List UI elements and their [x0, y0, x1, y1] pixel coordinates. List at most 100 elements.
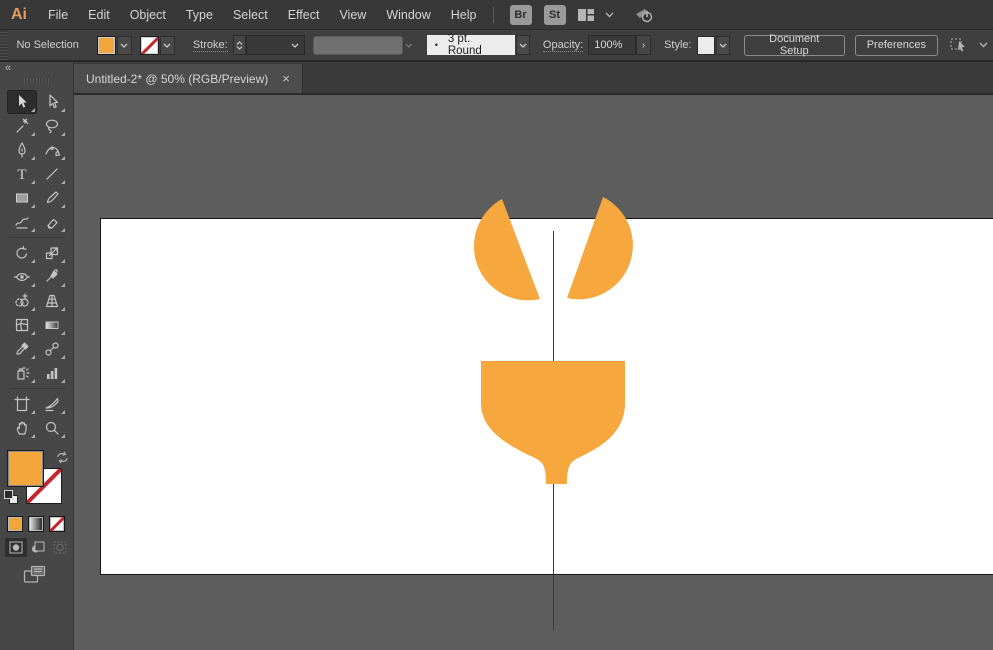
brush-chevron-icon[interactable] [515, 35, 530, 55]
app-logo: Ai [11, 5, 27, 23]
stock-button[interactable]: St [543, 4, 566, 25]
document-tab[interactable]: Untitled-2* @ 50% (RGB/Preview) × [74, 64, 303, 93]
right-petal-shape[interactable] [567, 197, 633, 300]
mesh-tool[interactable] [7, 313, 37, 337]
shape-builder-tool[interactable] [7, 289, 37, 313]
selection-tool[interactable] [6, 90, 37, 114]
draw-inside-button [49, 538, 71, 557]
menu-type[interactable]: Type [176, 8, 223, 22]
document-tab-bar: Untitled-2* @ 50% (RGB/Preview) × [74, 62, 993, 95]
document-setup-button[interactable]: Document Setup [743, 33, 845, 57]
fill-color-combo[interactable] [96, 35, 132, 55]
tab-close-icon[interactable]: × [282, 72, 290, 85]
menu-window[interactable]: Window [376, 8, 440, 22]
preferences-button[interactable]: Preferences [854, 34, 939, 56]
menu-object[interactable]: Object [120, 8, 176, 22]
drawing-mode-buttons [0, 538, 73, 557]
default-fill-stroke-icon[interactable] [4, 490, 18, 504]
draw-behind-button[interactable] [27, 538, 49, 557]
select-similar-icon[interactable] [949, 36, 969, 54]
bridge-button[interactable]: Br [509, 4, 532, 25]
slice-tool[interactable] [37, 392, 67, 416]
brush-preview-dot: • [434, 40, 438, 50]
direct-selection-tool[interactable] [37, 90, 67, 114]
opacity-popup-arrow-icon[interactable]: › [635, 35, 652, 55]
collapse-panel-icon[interactable]: « [0, 62, 73, 76]
column-graph-tool[interactable] [37, 361, 67, 385]
canvas-column: Untitled-2* @ 50% (RGB/Preview) × [74, 62, 993, 650]
brush-definition-combo[interactable]: • 3 pt. Round [426, 33, 515, 57]
width-profile-chevron-icon[interactable] [405, 43, 413, 48]
color-button[interactable] [7, 516, 23, 532]
magic-wand-tool[interactable] [7, 114, 37, 138]
puppet-warp-tool[interactable] [37, 265, 67, 289]
curvature-tool[interactable] [37, 138, 67, 162]
type-tool[interactable]: T [7, 162, 37, 186]
svg-text:T: T [17, 167, 26, 183]
width-tool[interactable] [7, 265, 37, 289]
eraser-tool[interactable] [37, 210, 67, 234]
rectangle-tool[interactable] [7, 186, 37, 210]
eyedropper-tool[interactable] [7, 337, 37, 361]
fill-chevron-icon[interactable] [116, 35, 132, 55]
artboard-tool[interactable] [7, 392, 37, 416]
brush-definition-value: 3 pt. Round [447, 33, 482, 57]
workspace-chevron-icon[interactable] [605, 12, 614, 18]
paintbrush-tool[interactable] [37, 186, 67, 210]
stroke-chevron-icon[interactable] [159, 35, 175, 55]
menubar-divider [492, 6, 494, 23]
opacity-label[interactable]: Opacity: [542, 39, 584, 52]
style-chevron-icon[interactable] [715, 35, 730, 55]
menu-select[interactable]: Select [223, 8, 278, 22]
artwork-layer [473, 197, 633, 630]
menu-help[interactable]: Help [441, 8, 487, 22]
tools-grid: T [0, 90, 73, 440]
menu-file[interactable]: File [38, 8, 78, 22]
fill-stroke-block [0, 448, 74, 512]
menu-bar: Ai File Edit Object Type Select Effect V… [0, 0, 993, 30]
stroke-weight-label[interactable]: Stroke: [192, 39, 228, 52]
draw-normal-button[interactable] [5, 538, 27, 557]
left-petal-shape[interactable] [473, 199, 540, 301]
pen-tool[interactable] [7, 138, 37, 162]
symbol-sprayer-tool[interactable] [7, 361, 37, 385]
gradient-button[interactable] [28, 516, 44, 532]
fill-indicator-swatch[interactable] [7, 450, 44, 487]
width-profile-preview [312, 35, 404, 55]
opacity-field[interactable]: 100% [588, 35, 636, 55]
canvas-viewport[interactable] [74, 95, 993, 650]
blend-tool[interactable] [37, 337, 67, 361]
swap-fill-stroke-icon[interactable] [56, 451, 69, 469]
shaper-tool[interactable] [7, 210, 37, 234]
menu-view[interactable]: View [329, 8, 376, 22]
control-bar-grip[interactable] [0, 30, 9, 60]
stroke-weight-combo[interactable] [245, 35, 305, 55]
rotate-tool[interactable] [7, 241, 37, 265]
perspective-grid-tool[interactable] [37, 289, 67, 313]
stroke-weight-stepper[interactable] [232, 35, 246, 55]
selection-status: No Selection [16, 39, 79, 51]
select-similar-chevron-icon[interactable] [979, 42, 988, 48]
scale-tool[interactable] [37, 241, 67, 265]
lasso-tool[interactable] [37, 114, 67, 138]
control-bar: No Selection Stroke: • 3 pt. Round Opaci… [0, 30, 993, 62]
tools-panel-grip[interactable] [23, 78, 50, 84]
menu-edit[interactable]: Edit [78, 8, 120, 22]
tools-panel: « T [0, 62, 74, 650]
workspace-switcher-icon[interactable] [577, 8, 595, 22]
style-swatch[interactable] [696, 35, 715, 55]
stroke-color-swatch[interactable] [139, 35, 159, 55]
menu-effect[interactable]: Effect [278, 8, 330, 22]
bikini-bottom-shape[interactable] [481, 361, 625, 484]
stroke-color-combo[interactable] [139, 35, 175, 55]
none-button[interactable] [49, 516, 65, 532]
gpu-performance-icon[interactable] [633, 6, 655, 24]
fill-color-swatch[interactable] [96, 35, 116, 55]
tool-group-separator [7, 234, 67, 241]
tool-group-separator [7, 385, 67, 392]
hand-tool[interactable] [7, 416, 37, 440]
line-segment-tool[interactable] [37, 162, 67, 186]
change-screen-mode-icon[interactable] [23, 565, 73, 589]
gradient-tool[interactable] [37, 313, 67, 337]
zoom-tool[interactable] [37, 416, 67, 440]
